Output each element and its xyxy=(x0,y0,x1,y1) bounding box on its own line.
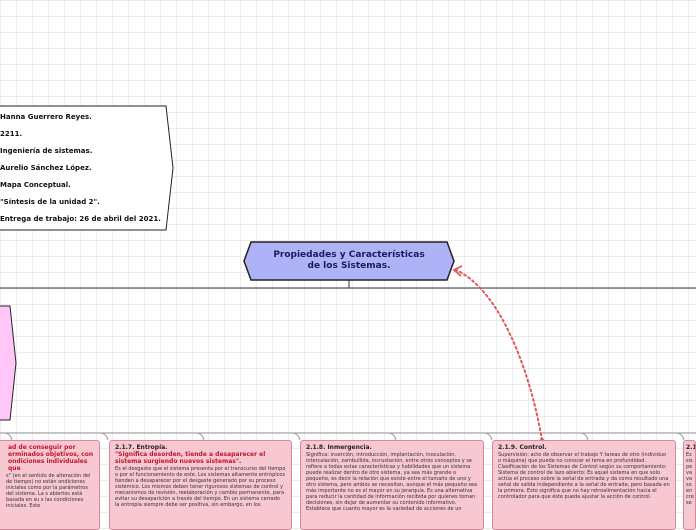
info-work-type: Mapa Conceptual. xyxy=(0,181,71,189)
topic-card-partial[interactable]: 2.1 Es sis pe va va so en cre se xyxy=(683,440,696,530)
left-branch-node[interactable] xyxy=(0,305,17,421)
card-connector xyxy=(483,432,493,441)
topic-card-entropy[interactable]: 2.1.7. Entropía. "Significa desorden, ti… xyxy=(109,440,292,530)
topic-card-inmergence[interactable]: 2.1.8. Inmergencia. Significa: inserción… xyxy=(300,440,484,530)
card-body: Significa: inserción, introducción, impl… xyxy=(306,452,478,512)
card-body: Es sis pe va va so en cre se xyxy=(686,452,694,506)
info-due-date: Entrega de trabajo: 26 de abril del 2021… xyxy=(0,215,161,223)
card-body: Es el desgaste que el sistema presenta p… xyxy=(115,466,286,508)
card-connector xyxy=(675,432,685,441)
card-connector xyxy=(291,432,301,441)
topic-card-control[interactable]: 2.1.9. Control. Supervisión: acto de obs… xyxy=(492,440,676,530)
info-topic: "Síntesis de la unidad 2". xyxy=(0,198,100,206)
card-title: 2.1.7. Entropía. xyxy=(115,444,168,451)
topic-card-equifinality[interactable]: ad de conseguir por erminados objetivos,… xyxy=(0,440,100,530)
info-career: Ingeniería de sistemas. xyxy=(0,147,93,155)
card-connector xyxy=(579,432,589,441)
relationship-arrow[interactable] xyxy=(455,269,543,441)
card-connector xyxy=(195,432,205,441)
info-author: Hanna Guerrero Reyes. xyxy=(0,113,92,121)
card-title: 2.1.9. Control. xyxy=(498,444,547,451)
info-group: 2211. xyxy=(0,130,23,138)
card-connector xyxy=(387,432,397,441)
card-body: s" (en el sentido de alteración del de t… xyxy=(6,473,91,509)
card-subtitle: "Significa desorden, tiende a desaparece… xyxy=(115,451,266,465)
card-connector xyxy=(3,432,13,441)
mind-map-canvas: Hanna Guerrero Reyes. 2211. Ingeniería d… xyxy=(0,0,696,530)
info-node[interactable]: Hanna Guerrero Reyes. 2211. Ingeniería d… xyxy=(0,106,175,230)
info-teacher: Aurelio Sánchez López. xyxy=(0,164,92,172)
card-title: 2.1.8. Inmergencia. xyxy=(306,444,372,451)
card-title: 2.1 xyxy=(686,444,696,451)
card-connector xyxy=(99,432,109,441)
card-subtitle: ad de conseguir por erminados objetivos,… xyxy=(8,444,94,472)
central-topic[interactable]: Propiedades y Características de los Sis… xyxy=(244,242,454,280)
card-body: Supervisión: acto de observar el trabajo… xyxy=(498,452,670,500)
